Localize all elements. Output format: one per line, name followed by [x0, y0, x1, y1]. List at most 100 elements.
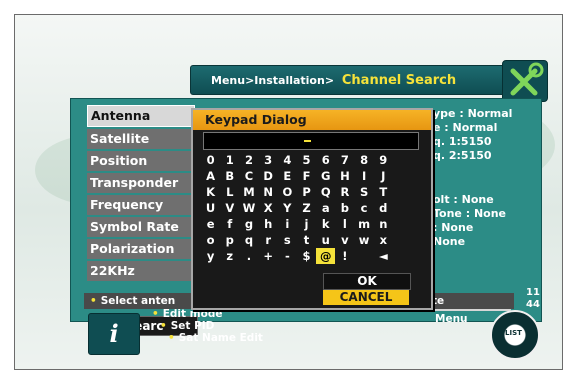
key[interactable]: 3 — [259, 152, 278, 168]
key[interactable]: z — [220, 248, 239, 264]
key[interactable]: m — [355, 216, 374, 232]
key[interactable]: + — [259, 248, 278, 264]
key[interactable]: j — [297, 216, 316, 232]
key-row: KLMNOPQRST — [201, 184, 393, 200]
key[interactable]: d — [374, 200, 393, 216]
key[interactable]: 4 — [278, 152, 297, 168]
key[interactable]: i — [278, 216, 297, 232]
key[interactable]: I — [355, 168, 374, 184]
help-text: Select anten — [100, 295, 176, 307]
key[interactable]: T — [374, 184, 393, 200]
key[interactable]: e — [201, 216, 220, 232]
key[interactable]: R — [335, 184, 354, 200]
key[interactable]: 0 — [201, 152, 220, 168]
key[interactable]: o — [201, 232, 220, 248]
keypad-dialog: Keypad Dialog 0123456789ABCDEFGHIJKLMNOP… — [191, 108, 433, 310]
key[interactable]: u — [316, 232, 335, 248]
menu-item-22khz[interactable]: 22KHz — [87, 261, 195, 281]
hint-sat-name-edit: Sat Name Edit — [178, 332, 263, 344]
key[interactable]: h — [259, 216, 278, 232]
help-text-right: te — [432, 295, 445, 307]
title-bar: Menu>Installation> Channel Search — [190, 60, 548, 102]
info-line: None — [433, 235, 466, 248]
key[interactable]: 9 — [374, 152, 393, 168]
menu-item-frequency[interactable]: Frequency — [87, 195, 195, 215]
key[interactable]: S — [355, 184, 374, 200]
key[interactable]: M — [239, 184, 258, 200]
key[interactable]: 5 — [297, 152, 316, 168]
backspace-key[interactable]: ◄ — [374, 248, 393, 264]
key-row: efghijklmn — [201, 216, 393, 232]
key[interactable]: N — [259, 184, 278, 200]
key[interactable]: U — [201, 200, 220, 216]
key-row: opqrstuvwx — [201, 232, 393, 248]
menu-item-transponder[interactable]: Transponder — [87, 173, 195, 193]
key[interactable]: D — [259, 168, 278, 184]
key[interactable] — [355, 248, 374, 264]
breadcrumb: Menu>Installation> Channel Search — [211, 73, 456, 88]
key[interactable]: n — [374, 216, 393, 232]
key[interactable]: W — [239, 200, 258, 216]
key[interactable]: 7 — [335, 152, 354, 168]
cancel-button[interactable]: CANCEL — [323, 290, 409, 305]
key[interactable]: Z — [297, 200, 316, 216]
menu-item-symbol-rate[interactable]: Symbol Rate — [87, 217, 195, 237]
key[interactable]: Q — [316, 184, 335, 200]
keypad-input-field[interactable] — [203, 132, 419, 150]
key[interactable]: K — [201, 184, 220, 200]
key[interactable]: F — [297, 168, 316, 184]
info-line: Tone : None — [433, 207, 507, 220]
key[interactable]: 8 — [355, 152, 374, 168]
key[interactable]: l — [335, 216, 354, 232]
key[interactable]: k — [316, 216, 335, 232]
key[interactable]: b — [335, 200, 354, 216]
key[interactable]: w — [355, 232, 374, 248]
key[interactable]: - — [278, 248, 297, 264]
key[interactable]: @ — [316, 248, 336, 264]
key[interactable]: . — [239, 248, 258, 264]
key-row: ABCDEFGHIJ — [201, 168, 393, 184]
key[interactable]: H — [335, 168, 354, 184]
signal-quality-value: 44 — [526, 299, 540, 310]
key[interactable]: p — [220, 232, 239, 248]
key[interactable]: 6 — [316, 152, 335, 168]
key[interactable]: C — [239, 168, 258, 184]
key[interactable]: P — [297, 184, 316, 200]
key[interactable]: a — [316, 200, 335, 216]
menu-item-position[interactable]: Position — [87, 151, 195, 171]
key[interactable]: J — [374, 168, 393, 184]
menu-item-polarization[interactable]: Polarization — [87, 239, 195, 259]
breadcrumb-path: Menu>Installation> — [211, 74, 335, 87]
key[interactable]: y — [201, 248, 220, 264]
nav-list-label: LIST — [505, 329, 522, 337]
page-title: Channel Search — [341, 73, 457, 88]
key[interactable]: v — [335, 232, 354, 248]
key[interactable]: G — [316, 168, 335, 184]
key[interactable]: g — [239, 216, 258, 232]
key[interactable]: x — [374, 232, 393, 248]
key[interactable]: V — [220, 200, 239, 216]
keypad-title: Keypad Dialog — [193, 110, 431, 130]
key[interactable]: Y — [278, 200, 297, 216]
key[interactable]: t — [297, 232, 316, 248]
key[interactable]: $ — [297, 248, 316, 264]
hint-set-pid: Set PID — [170, 320, 215, 332]
menu-item-antenna[interactable]: Antenna — [87, 105, 195, 127]
key[interactable]: r — [259, 232, 278, 248]
key[interactable]: X — [259, 200, 278, 216]
menu-hint: Menu — [435, 313, 468, 325]
key[interactable]: q — [239, 232, 258, 248]
key[interactable]: L — [220, 184, 239, 200]
key[interactable]: B — [220, 168, 239, 184]
key[interactable]: O — [278, 184, 297, 200]
key[interactable]: f — [220, 216, 239, 232]
key[interactable]: 2 — [239, 152, 258, 168]
menu-item-satellite[interactable]: Satellite — [87, 129, 195, 149]
key[interactable]: c — [355, 200, 374, 216]
key[interactable]: A — [201, 168, 220, 184]
ok-button[interactable]: OK — [323, 273, 411, 290]
key[interactable]: E — [278, 168, 297, 184]
key[interactable]: ! — [335, 248, 354, 264]
key[interactable]: s — [278, 232, 297, 248]
key[interactable]: 1 — [220, 152, 239, 168]
